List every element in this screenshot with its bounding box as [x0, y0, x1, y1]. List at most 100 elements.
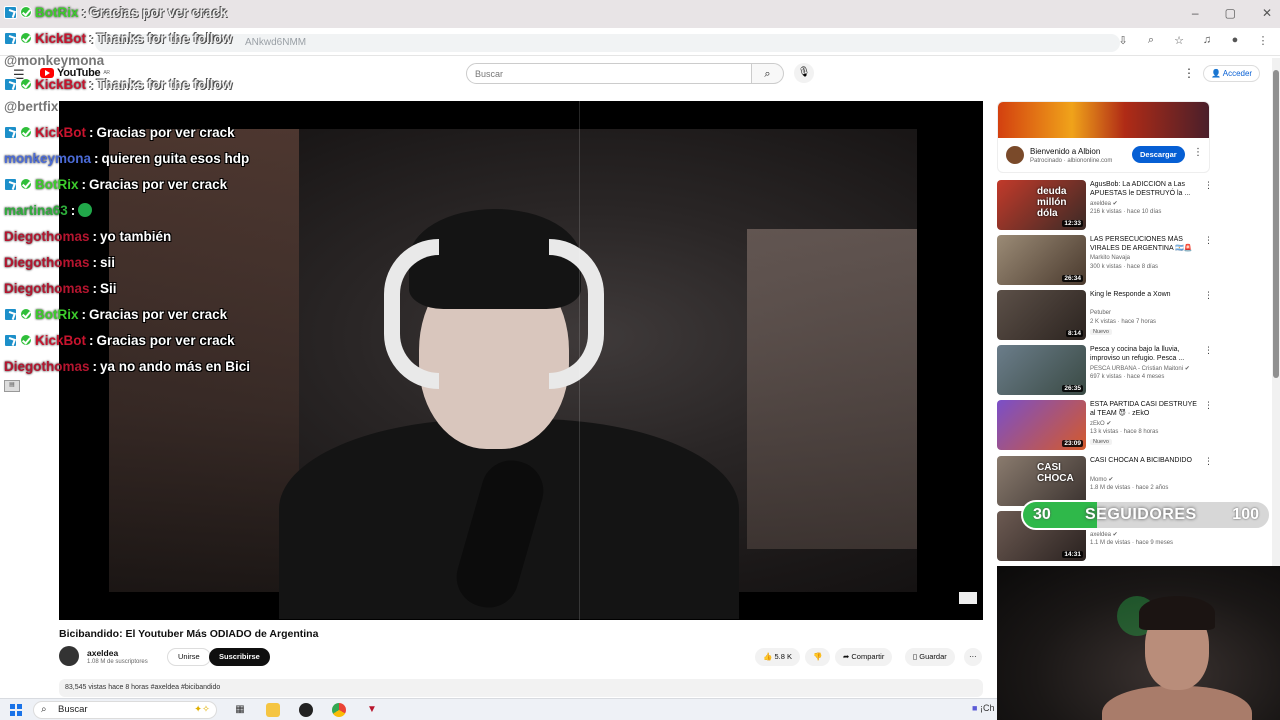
install-icon[interactable]: ⇩: [1116, 34, 1130, 47]
search-input[interactable]: Buscar: [466, 63, 752, 84]
video-title-link[interactable]: AgusBob: La ADICCIÓN a Las APUESTAS le D…: [1090, 180, 1198, 198]
video-metadata: 697 k vistas · hace 4 meses: [1090, 374, 1165, 380]
search-icon: ⌕: [41, 704, 47, 715]
file-explorer-icon[interactable]: [266, 703, 280, 717]
like-button[interactable]: 👍 5.8 K: [755, 648, 800, 666]
video-menu-icon[interactable]: ⋮: [1204, 235, 1213, 246]
channel-name[interactable]: PESCA URBANA - Cristian Maitoni ✔: [1090, 365, 1190, 372]
verified-check-icon: [20, 178, 32, 190]
chat-message: KickBot: Gracias por ver crack: [4, 329, 235, 351]
video-menu-icon[interactable]: ⋮: [1204, 180, 1213, 191]
minimize-button[interactable]: –: [1192, 6, 1199, 20]
video-title-link[interactable]: Pesca y cocina bajo la lluvia, improviso…: [1090, 345, 1198, 363]
subscribe-button[interactable]: Suscribirse: [209, 648, 270, 666]
chat-text: Gracias por ver crack: [89, 4, 228, 20]
chrome-icon[interactable]: [332, 703, 346, 717]
window-controls: – ▢ ✕: [1192, 6, 1272, 20]
channel-name[interactable]: Markito Navaja: [1090, 255, 1130, 261]
voice-search-button[interactable]: 🎙: [794, 63, 814, 83]
channel-name[interactable]: axeldea ✔: [1090, 531, 1118, 538]
channel-name[interactable]: zEkO ✔: [1090, 420, 1111, 427]
chat-message: martina63:: [4, 199, 93, 221]
chat-username: KickBot: [35, 76, 87, 92]
recommended-video[interactable]: deuda millón dóla 12:33 AgusBob: La ADICCI…: [997, 180, 1213, 230]
recommended-video[interactable]: CASI CHOCA CASI CHOCAN A BICIBANDIDO Momo …: [997, 456, 1213, 506]
chat-message: KickBot: Gracias por ver crack: [4, 121, 235, 143]
media-icon[interactable]: ♫: [1200, 34, 1214, 47]
chat-username: martina63: [4, 202, 68, 218]
video-title-link[interactable]: CASI CHOCAN A BICIBANDIDO: [1090, 456, 1198, 465]
verified-check-icon: [20, 78, 32, 90]
follower-goal: 100: [1232, 506, 1259, 523]
sign-in-button[interactable]: 👤 Acceder: [1203, 65, 1261, 82]
chat-separator: :: [81, 306, 87, 322]
ad-download-button[interactable]: Descargar: [1132, 146, 1185, 163]
more-options-icon[interactable]: ⋮: [1183, 66, 1195, 80]
video-menu-icon[interactable]: ⋮: [1204, 400, 1213, 411]
sign-in-label: Acceder: [1222, 69, 1253, 78]
more-actions-button[interactable]: ⋯: [964, 648, 982, 666]
profile-icon[interactable]: ●: [1228, 34, 1242, 47]
zoom-icon[interactable]: ⌕: [1144, 34, 1158, 47]
video-title-link[interactable]: LAS PERSECUCIONES MÁS VIRALES DE ARGENTI…: [1090, 235, 1198, 253]
video-menu-icon[interactable]: ⋮: [1204, 456, 1213, 467]
video-menu-icon[interactable]: ⋮: [1204, 345, 1213, 356]
chat-username: Diegothomas: [4, 280, 90, 296]
channel-name[interactable]: axeldea ✔: [1090, 200, 1118, 207]
join-button[interactable]: Unirse: [167, 648, 211, 666]
channel-name[interactable]: axeldea: [87, 648, 118, 658]
scrollbar-thumb[interactable]: [1273, 70, 1279, 378]
thumbnail-text: CASI CHOCA: [1037, 462, 1074, 484]
bot-badge-icon: [4, 333, 17, 347]
channel-name[interactable]: Momo ✔: [1090, 476, 1113, 483]
obs-icon[interactable]: [299, 703, 313, 717]
channel-name[interactable]: Petuber: [1090, 310, 1111, 316]
ad-more-icon[interactable]: ⋮: [1193, 147, 1203, 158]
chat-message: @bertfix: [4, 95, 58, 117]
chat-message: BotRix: Gracias por ver crack: [4, 173, 227, 195]
search-button[interactable]: ⌕: [752, 63, 784, 84]
chat-separator: :: [89, 332, 94, 348]
video-thumbnail[interactable]: CASI CHOCA: [997, 456, 1086, 506]
microphone-icon: 🎙: [797, 67, 811, 78]
maximize-button[interactable]: ▢: [1225, 6, 1236, 20]
video-thumbnail[interactable]: 26:35: [997, 345, 1086, 395]
film-scratch-line: [579, 101, 580, 620]
task-view-icon[interactable]: ▦: [233, 703, 247, 717]
video-menu-icon[interactable]: ⋮: [1204, 290, 1213, 301]
browser-menu-icon[interactable]: ⋮: [1256, 34, 1270, 47]
chat-username: KickBot: [35, 124, 87, 140]
ad-title: Bienvenido a Albion: [1030, 147, 1101, 156]
close-window-button[interactable]: ✕: [1262, 6, 1272, 20]
bookmark-star-icon[interactable]: ☆: [1172, 34, 1186, 47]
chat-separator: :: [89, 124, 94, 140]
video-title-link[interactable]: King le Responde a Xown: [1090, 290, 1198, 299]
recommended-video[interactable]: 23:09 ESTA PARTIDA CASI DESTRUYE al TEAM …: [997, 400, 1213, 450]
recommended-video[interactable]: 26:34 LAS PERSECUCIONES MÁS VIRALES DE AR…: [997, 235, 1213, 285]
video-metadata: 300 k vistas · hace 8 días: [1090, 264, 1159, 270]
recommended-video[interactable]: 26:35 Pesca y cocina bajo la lluvia, impr…: [997, 345, 1213, 395]
description-box[interactable]: 83,545 vistas hace 8 horas #axeldea #bic…: [59, 679, 983, 697]
chat-message: monkeymona: quieren guita esos hdp: [4, 147, 249, 169]
chat-message: KickBot: Thanks for the follow: [4, 27, 232, 49]
recommended-video[interactable]: 8:14 King le Responde a Xown Petuber 2 K vi…: [997, 290, 1213, 340]
video-metadata: 1.8 M de vistas · hace 2 años: [1090, 485, 1169, 491]
chat-username: BotRix: [35, 306, 79, 322]
video-thumbnail[interactable]: 23:09: [997, 400, 1086, 450]
video-thumbnail[interactable]: 26:34: [997, 235, 1086, 285]
dislike-button[interactable]: 👎: [805, 648, 831, 666]
taskbar-search[interactable]: ⌕ Buscar ✦✧: [33, 701, 217, 719]
video-thumbnail[interactable]: deuda millón dóla 12:33: [997, 180, 1086, 230]
share-button[interactable]: ➦ Compartir: [835, 648, 893, 666]
sponsored-ad-card[interactable]: Bienvenido a Albion Patrocinado · albion…: [997, 101, 1210, 173]
thumbnail-text: deuda millón dóla: [1037, 186, 1067, 219]
background-shelf: [747, 229, 917, 549]
taskbar-notification[interactable]: ■ ¡Ch: [972, 703, 994, 713]
video-thumbnail[interactable]: 8:14: [997, 290, 1086, 340]
video-title-link[interactable]: ESTA PARTIDA CASI DESTRUYE al TEAM 😈 · z…: [1090, 400, 1198, 418]
windows-start-icon[interactable]: [10, 704, 22, 716]
app-v-icon[interactable]: ▼: [365, 703, 379, 717]
save-button[interactable]: ▯ Guardar: [905, 648, 955, 666]
chat-text: quieren guita esos hdp: [101, 150, 250, 166]
channel-avatar[interactable]: [59, 646, 79, 666]
